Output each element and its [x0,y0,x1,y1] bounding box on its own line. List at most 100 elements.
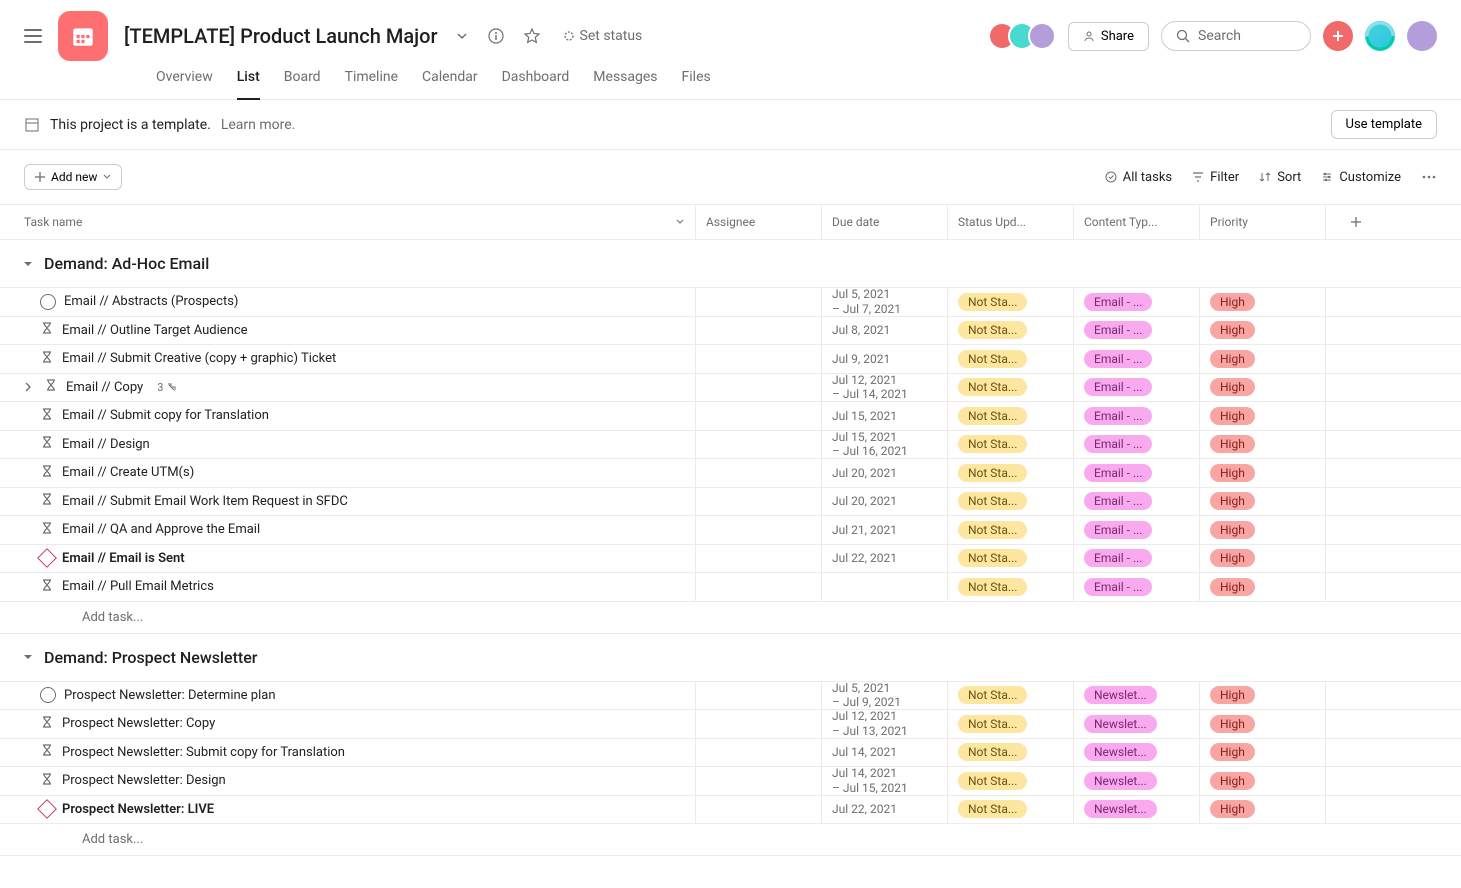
status-cell[interactable]: Not Sta... [947,288,1073,316]
assignee-cell[interactable] [695,459,821,487]
add-new-button[interactable]: Add new [24,164,122,190]
due-date-cell[interactable]: Jul 12, 2021– Jul 13, 2021 [821,710,947,738]
due-date-cell[interactable] [821,573,947,601]
assignee-cell[interactable] [695,545,821,573]
priority-cell[interactable]: High [1199,374,1325,402]
search-input[interactable]: Search [1161,21,1311,51]
due-date-cell[interactable]: Jul 21, 2021 [821,516,947,544]
all-tasks-filter[interactable]: All tasks [1105,170,1172,185]
hourglass-icon[interactable] [40,435,54,453]
content-type-cell[interactable]: Email - ... [1073,545,1199,573]
collapse-icon[interactable] [22,258,34,270]
filter-button[interactable]: Filter [1192,170,1239,185]
status-cell[interactable]: Not Sta... [947,767,1073,795]
due-date-cell[interactable]: Jul 8, 2021 [821,317,947,345]
sort-button[interactable]: Sort [1259,170,1301,185]
hourglass-icon[interactable] [40,715,54,733]
hourglass-icon[interactable] [40,743,54,761]
due-date-cell[interactable]: Jul 20, 2021 [821,459,947,487]
add-button[interactable] [1323,21,1353,51]
customize-button[interactable]: Customize [1321,170,1401,185]
assignee-cell[interactable] [695,288,821,316]
hourglass-icon[interactable] [40,492,54,510]
status-cell[interactable]: Not Sta... [947,459,1073,487]
table-row[interactable]: Prospect Newsletter: LIVEJul 22, 2021Not… [0,795,1461,824]
table-row[interactable]: Email // Pull Email MetricsNot Sta...Ema… [0,572,1461,601]
sidebar-toggle[interactable] [24,29,42,43]
priority-cell[interactable]: High [1199,431,1325,459]
priority-cell[interactable]: High [1199,516,1325,544]
tab-board[interactable]: Board [284,69,321,99]
priority-cell[interactable]: High [1199,402,1325,430]
table-row[interactable]: Prospect Newsletter: Determine planJul 5… [0,681,1461,710]
due-date-cell[interactable]: Jul 15, 2021– Jul 16, 2021 [821,431,947,459]
status-cell[interactable]: Not Sta... [947,431,1073,459]
hourglass-icon[interactable] [40,464,54,482]
due-date-cell[interactable]: Jul 12, 2021– Jul 14, 2021 [821,374,947,402]
chevron-down-icon[interactable] [456,30,468,42]
due-date-cell[interactable]: Jul 14, 2021– Jul 15, 2021 [821,767,947,795]
status-cell[interactable]: Not Sta... [947,488,1073,516]
content-type-cell[interactable]: Email - ... [1073,516,1199,544]
table-row[interactable]: Prospect Newsletter: DesignJul 14, 2021–… [0,766,1461,795]
assignee-cell[interactable] [695,488,821,516]
incomplete-task-icon[interactable] [40,687,56,703]
status-cell[interactable]: Not Sta... [947,345,1073,373]
star-icon[interactable] [524,28,540,44]
content-type-cell[interactable]: Email - ... [1073,345,1199,373]
incomplete-task-icon[interactable] [40,294,56,310]
table-row[interactable]: Email // QA and Approve the EmailJul 21,… [0,515,1461,544]
content-type-cell[interactable]: Newslet... [1073,767,1199,795]
hourglass-icon[interactable] [40,350,54,368]
priority-cell[interactable]: High [1199,682,1325,710]
milestone-icon[interactable] [37,548,57,568]
due-date-cell[interactable]: Jul 15, 2021 [821,402,947,430]
priority-cell[interactable]: High [1199,796,1325,824]
priority-cell[interactable]: High [1199,288,1325,316]
tab-dashboard[interactable]: Dashboard [502,69,570,99]
table-row[interactable]: Email // Email is SentJul 22, 2021Not St… [0,544,1461,573]
priority-cell[interactable]: High [1199,545,1325,573]
milestone-icon[interactable] [37,799,57,819]
priority-cell[interactable]: High [1199,767,1325,795]
priority-cell[interactable]: High [1199,573,1325,601]
status-cell[interactable]: Not Sta... [947,796,1073,824]
due-date-cell[interactable]: Jul 5, 2021– Jul 9, 2021 [821,682,947,710]
hourglass-icon[interactable] [44,378,58,396]
assignee-cell[interactable] [695,767,821,795]
table-row[interactable]: Email // DesignJul 15, 2021– Jul 16, 202… [0,430,1461,459]
table-row[interactable]: Prospect Newsletter: CopyJul 12, 2021– J… [0,709,1461,738]
table-row[interactable]: Prospect Newsletter: Submit copy for Tra… [0,738,1461,767]
tab-files[interactable]: Files [682,69,711,99]
table-row[interactable]: Email // Create UTM(s)Jul 20, 2021Not St… [0,458,1461,487]
hourglass-icon[interactable] [40,521,54,539]
add-column-button[interactable] [1325,205,1385,239]
status-cell[interactable]: Not Sta... [947,317,1073,345]
content-type-cell[interactable]: Email - ... [1073,374,1199,402]
status-cell[interactable]: Not Sta... [947,573,1073,601]
due-date-cell[interactable]: Jul 5, 2021– Jul 7, 2021 [821,288,947,316]
content-type-cell[interactable]: Newslet... [1073,796,1199,824]
priority-cell[interactable]: High [1199,710,1325,738]
priority-cell[interactable]: High [1199,459,1325,487]
info-icon[interactable] [488,28,504,44]
help-button[interactable] [1365,21,1395,51]
status-cell[interactable]: Not Sta... [947,545,1073,573]
content-type-cell[interactable]: Email - ... [1073,317,1199,345]
assignee-cell[interactable] [695,317,821,345]
profile-avatar[interactable] [1407,21,1437,51]
tab-timeline[interactable]: Timeline [345,69,398,99]
due-date-cell[interactable]: Jul 22, 2021 [821,545,947,573]
col-task-name[interactable]: Task name [24,215,82,229]
due-date-cell[interactable]: Jul 22, 2021 [821,796,947,824]
col-priority[interactable]: Priority [1210,215,1248,229]
table-row[interactable]: Email // Submit Email Work Item Request … [0,487,1461,516]
add-task-button[interactable]: Add task... [0,601,1461,634]
more-icon[interactable] [1421,169,1437,185]
due-date-cell[interactable]: Jul 14, 2021 [821,739,947,767]
table-row[interactable]: Email // Submit Creative (copy + graphic… [0,344,1461,373]
content-type-cell[interactable]: Newslet... [1073,739,1199,767]
assignee-cell[interactable] [695,739,821,767]
tab-list[interactable]: List [237,69,260,99]
assignee-cell[interactable] [695,402,821,430]
